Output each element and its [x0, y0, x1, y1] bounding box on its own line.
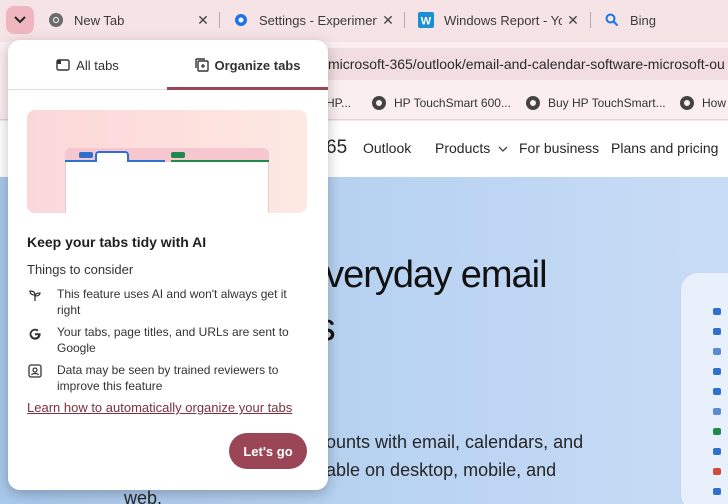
organize-tabs-icon	[194, 58, 209, 72]
bookmark-item[interactable]: Buy HP TouchSmart...	[526, 93, 666, 113]
consideration-item: This feature uses AI and won't always ge…	[27, 286, 307, 318]
sprout-icon	[27, 287, 43, 303]
hero-heading-line-1: everyday email	[305, 254, 548, 296]
chevron-down-icon	[14, 16, 26, 24]
brand-logo-text[interactable]: 65	[326, 137, 347, 159]
tab-organize-tabs[interactable]: Organize tabs	[167, 40, 328, 90]
windows-report-icon: W	[418, 12, 434, 28]
globe-icon	[680, 96, 694, 110]
window-icon	[56, 59, 70, 71]
tab-divider	[219, 12, 220, 28]
tab-divider	[404, 12, 405, 28]
close-icon[interactable]: ✕	[381, 12, 395, 28]
learn-more-link[interactable]: Learn how to automatically organize your…	[27, 400, 292, 415]
address-bar[interactable]: microsoft-365/outlook/email-and-calendar…	[310, 48, 728, 80]
tab-settings[interactable]: Settings - Experiment ✕	[233, 6, 395, 34]
close-icon[interactable]: ✕	[566, 12, 580, 28]
tab-all-tabs-label: All tabs	[76, 57, 119, 73]
popup-subtitle: Things to consider	[27, 262, 134, 277]
url-text: microsoft-365/outlook/email-and-calendar…	[328, 56, 725, 72]
tab-organize-tabs-label: Organize tabs	[214, 57, 301, 73]
gear-icon	[233, 12, 249, 28]
nav-products[interactable]: Products	[435, 140, 508, 156]
consideration-text: Your tabs, page titles, and URLs are sen…	[57, 325, 289, 355]
nav-products-label: Products	[435, 140, 491, 156]
illustration	[27, 110, 307, 213]
app-preview-card	[680, 272, 728, 504]
chevron-down-icon	[498, 146, 508, 152]
tab-title: Bing	[630, 12, 657, 28]
bookmark-label: How	[702, 96, 727, 110]
nav-outlook[interactable]: Outlook	[363, 140, 411, 156]
consideration-item: Data may be seen by trained reviewers to…	[27, 362, 307, 394]
tab-all-tabs[interactable]: All tabs	[8, 40, 167, 90]
lets-go-button[interactable]: Let's go	[229, 433, 307, 469]
tab-title: Windows Report - Yo	[444, 12, 562, 28]
bookmark-item[interactable]: HP TouchSmart 600...	[372, 93, 511, 113]
bookmark-label: HP...	[326, 96, 352, 110]
tab-new-tab[interactable]: New Tab ✕	[48, 6, 210, 34]
tab-search-button[interactable]	[6, 6, 34, 34]
globe-icon	[526, 96, 540, 110]
bookmark-label: HP TouchSmart 600...	[394, 96, 511, 110]
close-icon[interactable]: ✕	[196, 12, 210, 28]
tab-title: New Tab	[74, 12, 125, 28]
tab-search-popup: All tabs Organize tabs Keep your tabs ti…	[8, 40, 328, 490]
hero-text-line: web.	[124, 488, 163, 504]
tab-title: Settings - Experiment	[259, 12, 377, 28]
reviewer-icon	[27, 363, 43, 379]
tab-windows-report[interactable]: W Windows Report - Yo ✕	[418, 6, 580, 34]
popup-tabs: All tabs Organize tabs	[8, 40, 328, 90]
svg-text:W: W	[421, 16, 432, 28]
nav-plans-pricing[interactable]: Plans and pricing	[611, 140, 718, 156]
bookmark-label: Buy HP TouchSmart...	[548, 96, 666, 110]
consideration-text: This feature uses AI and won't always ge…	[57, 287, 287, 317]
chrome-icon	[48, 12, 64, 28]
hero-text-line: ounts with email, calendars, and	[326, 432, 584, 452]
google-icon	[27, 325, 43, 341]
nav-for-business[interactable]: For business	[519, 140, 599, 156]
search-icon	[604, 12, 620, 28]
tab-bing[interactable]: Bing	[604, 6, 724, 34]
hero-text-line: able on desktop, mobile, and	[326, 460, 557, 480]
bookmark-item[interactable]: HP...	[326, 93, 351, 113]
tab-strip: New Tab ✕ Settings - Experiment ✕ W Wind…	[0, 0, 728, 42]
globe-icon	[372, 96, 386, 110]
popup-title: Keep your tabs tidy with AI	[27, 234, 207, 250]
consideration-text: Data may be seen by trained reviewers to…	[57, 363, 279, 393]
consideration-item: Your tabs, page titles, and URLs are sen…	[27, 324, 307, 356]
tab-divider	[590, 12, 591, 28]
active-tab-indicator	[167, 87, 328, 90]
bookmark-item[interactable]: How	[680, 93, 726, 113]
